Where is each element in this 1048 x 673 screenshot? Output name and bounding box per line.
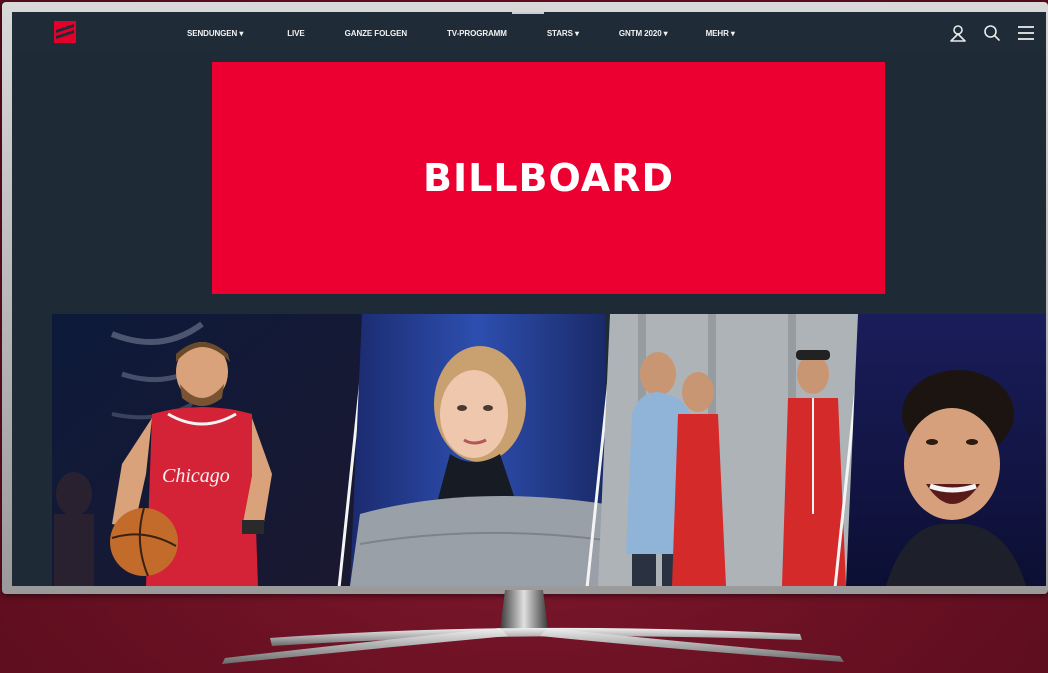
tv-mockup-scene: SENDUNGEN ▾ LIVE GANZE FOLGEN TV-PROGRAM… [0,0,1048,673]
nav-item-ganze-folgen[interactable]: GANZE FOLGEN [345,29,407,38]
billboard-ad[interactable]: BILLBOARD [212,62,885,294]
top-navigation: SENDUNGEN ▾ LIVE GANZE FOLGEN TV-PROGRAM… [12,12,1046,54]
jersey-text: Chicago [162,465,230,487]
prosieben-logo-icon[interactable] [54,21,76,43]
nav-item-live[interactable]: LIVE [287,29,304,38]
tv-stand [222,590,844,664]
nav-item-mehr[interactable]: MEHR ▾ [706,29,735,38]
show-tiles-carousel: Chicago [52,314,1046,586]
nav-menu: SENDUNGEN ▾ LIVE GANZE FOLGEN TV-PROGRAM… [187,12,735,54]
menu-icon[interactable] [1016,23,1036,43]
tile-blonde-woman-stage[interactable] [350,314,605,586]
nav-item-tv-programm[interactable]: TV-PROGRAMM [447,29,507,38]
tile-race-suits-group[interactable] [598,314,862,586]
tv-frame: SENDUNGEN ▾ LIVE GANZE FOLGEN TV-PROGRAM… [2,2,1048,594]
search-icon[interactable] [982,23,1002,43]
user-icon[interactable] [948,23,968,43]
nav-actions [948,12,1036,54]
website-screen: SENDUNGEN ▾ LIVE GANZE FOLGEN TV-PROGRAM… [12,12,1046,586]
nav-item-gntm-2020[interactable]: GNTM 2020 ▾ [619,29,668,38]
tile-laughing-man[interactable] [846,314,1046,586]
billboard-label: BILLBOARD [423,156,674,200]
tile-klaas-basketball[interactable]: Chicago [52,314,362,586]
nav-item-stars[interactable]: STARS ▾ [547,29,579,38]
nav-item-sendungen[interactable]: SENDUNGEN ▾ [187,29,243,38]
